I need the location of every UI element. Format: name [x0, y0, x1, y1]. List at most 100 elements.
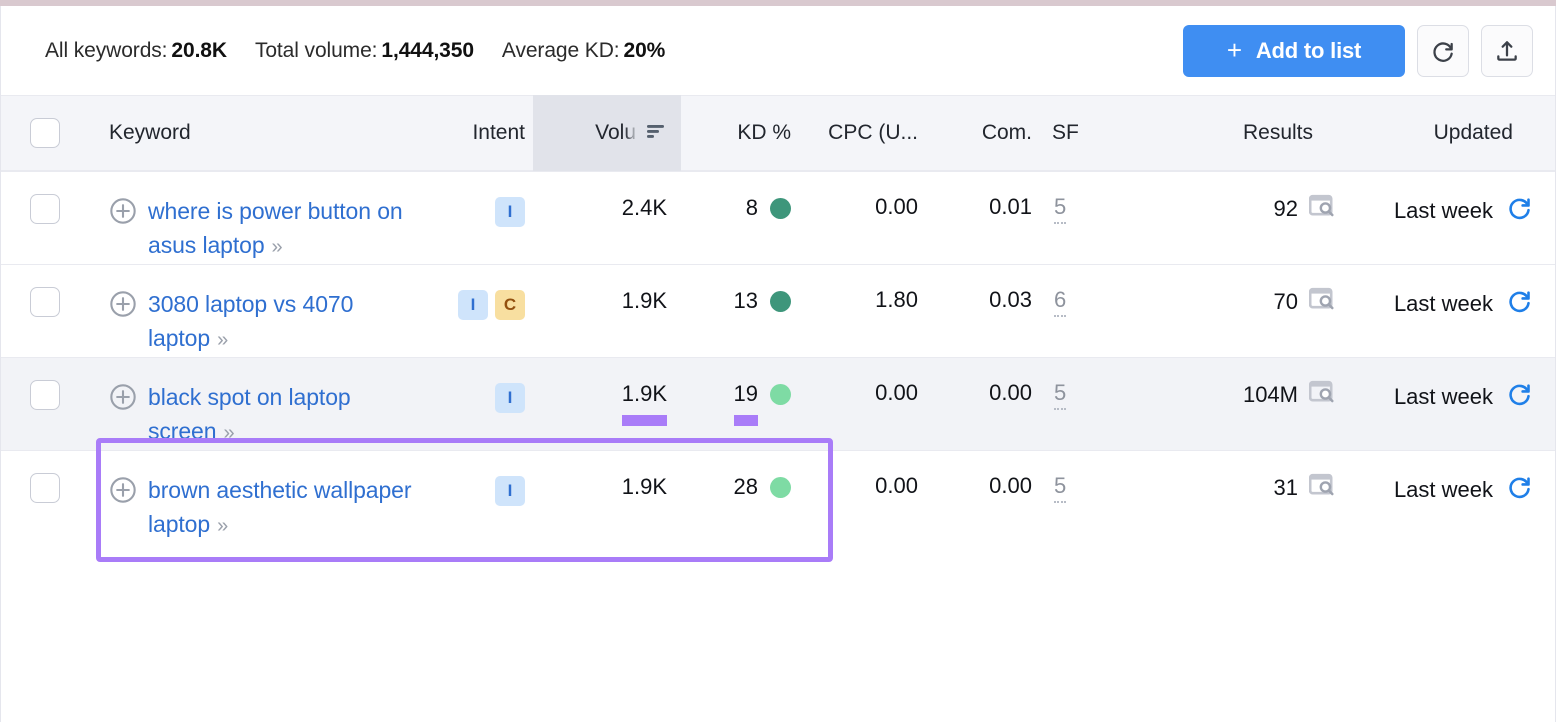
- intent-group: IC: [458, 290, 525, 320]
- keyword-wrap: 3080 laptop vs 4070 laptop»: [109, 287, 421, 357]
- kd-value: 8: [746, 194, 758, 222]
- column-header-updated[interactable]: Updated: [1353, 95, 1555, 171]
- updated-cell: Last week: [1353, 358, 1555, 450]
- intent-cell: IC: [421, 265, 533, 357]
- sf-value[interactable]: 5: [1054, 380, 1066, 410]
- table-row[interactable]: 3080 laptop vs 4070 laptop»IC1.9K131.800…: [1, 264, 1555, 357]
- circle-plus-icon[interactable]: [109, 290, 137, 324]
- column-header-results[interactable]: Results: [1131, 95, 1353, 171]
- circle-plus-icon[interactable]: [109, 197, 137, 231]
- column-header-sf-label: SF: [1052, 121, 1079, 145]
- results-wrap: 92: [1274, 194, 1335, 224]
- cpc-value: 0.00: [875, 380, 918, 406]
- updated-wrap: Last week: [1394, 380, 1533, 413]
- kd-wrap: 28: [734, 473, 791, 501]
- row-select-cell: [1, 358, 93, 450]
- intent-badge-i[interactable]: I: [495, 197, 525, 227]
- intent-badge-i[interactable]: I: [458, 290, 488, 320]
- serp-preview-icon[interactable]: [1309, 287, 1335, 317]
- column-header-sf[interactable]: SF: [1046, 95, 1131, 171]
- refresh-blue-icon[interactable]: [1506, 194, 1533, 227]
- results-value: 92: [1274, 196, 1298, 222]
- row-select-checkbox[interactable]: [30, 473, 60, 503]
- circle-plus-icon[interactable]: [109, 383, 137, 417]
- sort-descending-icon[interactable]: [645, 121, 667, 145]
- volume-cell: 1.9K: [533, 451, 681, 543]
- intent-badge-i[interactable]: I: [495, 383, 525, 413]
- sf-value[interactable]: 6: [1054, 287, 1066, 317]
- volume-cell: 1.9K: [533, 358, 681, 450]
- row-select-checkbox[interactable]: [30, 194, 60, 224]
- sf-value[interactable]: 5: [1054, 194, 1066, 224]
- keyword-link[interactable]: black spot on laptop screen»: [148, 380, 421, 450]
- add-to-list-button[interactable]: + Add to list: [1183, 25, 1405, 77]
- column-header-cpc[interactable]: CPC (U...: [803, 95, 934, 171]
- column-header-com[interactable]: Com.: [934, 95, 1046, 171]
- updated-value: Last week: [1394, 384, 1493, 410]
- table-row[interactable]: black spot on laptop screen»I1.9K190.000…: [1, 357, 1555, 450]
- serp-preview-icon[interactable]: [1309, 473, 1335, 503]
- updated-value: Last week: [1394, 198, 1493, 224]
- column-header-volume[interactable]: Volu: [533, 95, 681, 171]
- stat-total-volume-value: 1,444,350: [381, 39, 474, 62]
- table-row[interactable]: brown aesthetic wallpaper laptop» I 1.9K 28…: [1, 450, 1555, 543]
- row-select-cell: [1, 172, 93, 264]
- keyword-link[interactable]: brown aesthetic wallpaper laptop»: [148, 473, 421, 543]
- column-header-updated-label: Updated: [1434, 121, 1513, 145]
- results-wrap: 70: [1274, 287, 1335, 317]
- results-value: 31: [1274, 475, 1298, 501]
- competition-value: 0.03: [989, 287, 1032, 313]
- refresh-button[interactable]: [1417, 25, 1469, 77]
- stat-all-keywords-value: 20.8K: [171, 39, 227, 62]
- results-value: 104M: [1243, 382, 1298, 408]
- chevrons-right-icon[interactable]: »: [217, 329, 226, 351]
- table-body: where is power button on asus laptop»I2.…: [1, 171, 1555, 543]
- kd-wrap: 8: [746, 194, 791, 222]
- kd-value: 13: [734, 287, 758, 315]
- serp-preview-icon[interactable]: [1309, 194, 1335, 224]
- intent-badge-c[interactable]: C: [495, 290, 525, 320]
- column-header-intent[interactable]: Intent: [421, 95, 533, 171]
- select-all-cell: [1, 95, 93, 171]
- chevrons-right-icon[interactable]: »: [223, 422, 232, 444]
- sf-value[interactable]: 5: [1054, 473, 1066, 503]
- refresh-blue-icon[interactable]: [1506, 287, 1533, 320]
- competition-cell: 0.00: [934, 451, 1046, 543]
- refresh-blue-icon[interactable]: [1506, 473, 1533, 506]
- results-cell: 31: [1131, 451, 1353, 543]
- intent-badge-i[interactable]: I: [495, 476, 525, 506]
- column-header-keyword[interactable]: Keyword: [93, 95, 421, 171]
- column-header-com-label: Com.: [982, 121, 1032, 145]
- row-select-checkbox[interactable]: [30, 287, 60, 317]
- keyword-link[interactable]: where is power button on asus laptop»: [148, 194, 421, 264]
- keyword-cell: black spot on laptop screen»: [93, 358, 421, 450]
- intent-cell: I: [421, 172, 533, 264]
- keyword-cell: where is power button on asus laptop»: [93, 172, 421, 264]
- intent-group: I: [495, 383, 525, 413]
- cpc-cell: 0.00: [803, 172, 934, 264]
- chevrons-right-icon[interactable]: »: [217, 515, 226, 537]
- stat-average-kd: Average KD:20%: [502, 39, 665, 63]
- serp-preview-icon[interactable]: [1309, 380, 1335, 410]
- keyword-link[interactable]: 3080 laptop vs 4070 laptop»: [148, 287, 421, 357]
- summary-stats: All keywords:20.8K Total volume:1,444,35…: [45, 39, 665, 63]
- volume-value: 1.9K: [622, 473, 667, 501]
- row-select-checkbox[interactable]: [30, 380, 60, 410]
- circle-plus-icon[interactable]: [109, 476, 137, 510]
- select-all-checkbox[interactable]: [30, 118, 60, 148]
- stat-average-kd-label: Average KD:: [502, 39, 620, 62]
- kd-difficulty-dot: [770, 384, 791, 405]
- table-row[interactable]: where is power button on asus laptop»I2.…: [1, 171, 1555, 264]
- refresh-blue-icon[interactable]: [1506, 380, 1533, 413]
- export-upload-icon: [1494, 38, 1520, 64]
- sf-cell: 5: [1046, 451, 1131, 543]
- cpc-value: 1.80: [875, 287, 918, 313]
- updated-wrap: Last week: [1394, 287, 1533, 320]
- column-header-kd[interactable]: KD %: [681, 95, 803, 171]
- cpc-value: 0.00: [875, 194, 918, 220]
- stat-total-volume: Total volume:1,444,350: [255, 39, 474, 63]
- chevrons-right-icon[interactable]: »: [272, 236, 281, 258]
- intent-group: I: [495, 476, 525, 506]
- cpc-cell: 0.00: [803, 451, 934, 543]
- export-button[interactable]: [1481, 25, 1533, 77]
